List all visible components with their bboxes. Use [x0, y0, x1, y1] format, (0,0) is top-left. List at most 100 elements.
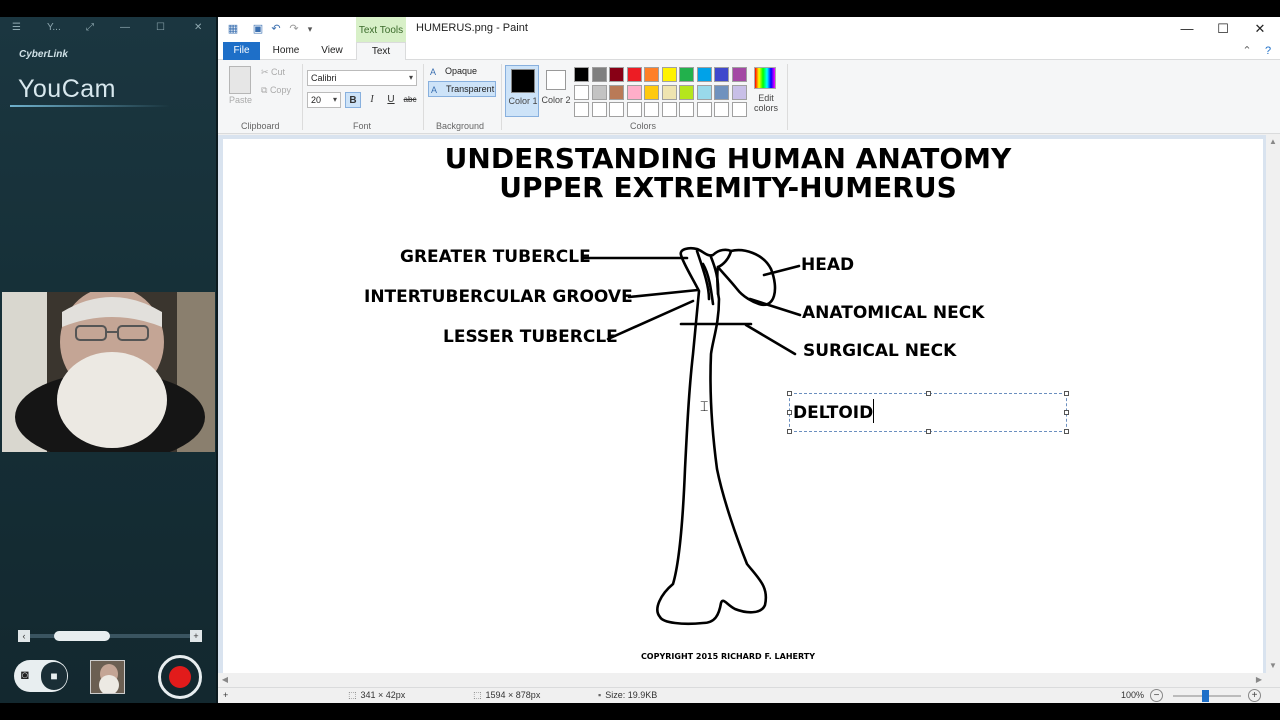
font-family-select[interactable]: Calibri ▾	[307, 70, 417, 86]
maximize-icon[interactable]: ☐	[156, 22, 165, 33]
resize-handle[interactable]	[787, 391, 792, 396]
palette-color-swatch[interactable]	[731, 102, 747, 117]
palette-color-swatch[interactable]	[591, 67, 607, 82]
cut-button[interactable]: ✂ Cut	[261, 67, 285, 78]
scroll-left-icon[interactable]: ◀	[218, 673, 232, 687]
redo-icon[interactable]: ↷	[287, 22, 301, 36]
resize-handle[interactable]	[787, 410, 792, 415]
minimize-icon[interactable]: —	[120, 22, 130, 33]
resize-handle[interactable]	[926, 391, 931, 396]
color2-label[interactable]: Color 2	[539, 95, 573, 105]
palette-color-swatch[interactable]	[626, 84, 642, 100]
palette-color-swatch[interactable]	[696, 84, 712, 100]
underline-button[interactable]: U	[383, 92, 399, 108]
resize-handle[interactable]	[1064, 410, 1069, 415]
snapshot-video-toggle[interactable]: ◙ ■	[14, 660, 68, 692]
close-icon[interactable]: ✕	[194, 22, 202, 33]
tab-home[interactable]: Home	[266, 42, 306, 60]
palette-color-swatch[interactable]	[696, 67, 712, 82]
palette-color-swatch[interactable]	[661, 67, 677, 82]
horizontal-scrollbar[interactable]: ◀ ▶	[218, 673, 1266, 687]
resize-handle[interactable]	[1064, 429, 1069, 434]
scroll-right-icon[interactable]: +	[190, 630, 202, 642]
copy-button[interactable]: ⧉ Copy	[261, 85, 291, 96]
color-palette	[574, 67, 748, 119]
close-icon[interactable]: ✕	[1245, 19, 1275, 39]
palette-color-swatch[interactable]	[679, 102, 694, 117]
edit-colors-icon[interactable]	[754, 67, 776, 89]
transparent-button[interactable]: A Transparent	[428, 81, 496, 97]
maximize-icon[interactable]: ☐	[1208, 19, 1238, 39]
palette-color-swatch[interactable]	[591, 84, 607, 100]
opaque-icon: A	[430, 67, 437, 77]
scroll-up-icon[interactable]: ▲	[1266, 135, 1280, 149]
palette-color-swatch[interactable]	[609, 84, 624, 100]
customize-quick-access-icon[interactable]: ▾	[303, 22, 317, 36]
youcam-scrollbar[interactable]: ‹ +	[18, 629, 202, 643]
palette-color-swatch[interactable]	[644, 102, 659, 117]
undo-icon[interactable]: ↶	[269, 22, 283, 36]
opaque-button[interactable]: A Opaque	[428, 64, 496, 80]
scroll-right-icon[interactable]: ▶	[1252, 673, 1266, 687]
palette-color-swatch[interactable]	[626, 102, 642, 117]
tab-text[interactable]: Text	[356, 42, 406, 61]
camera-icon[interactable]: ◙	[21, 667, 29, 682]
text-box-content[interactable]: DELTOID	[793, 403, 873, 423]
resize-handle[interactable]	[1064, 391, 1069, 396]
palette-color-swatch[interactable]	[679, 67, 694, 82]
humerus-drawing	[581, 246, 802, 626]
palette-color-swatch[interactable]	[661, 84, 677, 100]
text-box[interactable]: DELTOID	[787, 391, 1069, 434]
video-camera-icon[interactable]: ■	[41, 662, 67, 690]
color1-button[interactable]: Color 1	[505, 65, 539, 117]
palette-color-swatch[interactable]	[696, 102, 712, 117]
italic-button[interactable]: I	[364, 92, 380, 108]
zoom-slider-thumb[interactable]	[1202, 690, 1209, 702]
palette-color-swatch[interactable]	[609, 67, 624, 82]
palette-color-swatch[interactable]	[714, 67, 729, 82]
palette-color-swatch[interactable]	[731, 67, 747, 82]
capture-thumbnail[interactable]	[90, 660, 125, 694]
color2-swatch[interactable]	[546, 70, 566, 90]
palette-color-swatch[interactable]	[609, 102, 624, 117]
paint-app-icon[interactable]: ▦	[226, 22, 240, 36]
palette-color-swatch[interactable]	[661, 102, 677, 117]
resize-handle[interactable]	[926, 429, 931, 434]
scroll-down-icon[interactable]: ▼	[1266, 659, 1280, 673]
vertical-scrollbar[interactable]: ▲ ▼	[1266, 135, 1280, 673]
palette-color-swatch[interactable]	[714, 84, 729, 100]
scroll-thumb[interactable]	[54, 631, 110, 641]
scroll-left-icon[interactable]: ‹	[18, 630, 30, 642]
bold-button[interactable]: B	[345, 92, 361, 108]
palette-color-swatch[interactable]	[644, 67, 659, 82]
palette-color-swatch[interactable]	[626, 67, 642, 82]
tab-file[interactable]: File	[223, 42, 260, 60]
edit-colors-button[interactable]: Edit colors	[748, 93, 784, 113]
tab-view[interactable]: View	[314, 42, 350, 60]
palette-color-swatch[interactable]	[591, 102, 607, 117]
zoom-in-icon[interactable]: +	[1248, 689, 1261, 702]
palette-color-swatch[interactable]	[714, 102, 729, 117]
font-size-value: 20	[311, 95, 322, 105]
collapse-ribbon-icon[interactable]: ⌃	[1240, 44, 1254, 58]
expand-icon[interactable]: ⤢	[86, 22, 94, 33]
opaque-label: Opaque	[445, 66, 478, 76]
zoom-out-icon[interactable]: −	[1150, 689, 1163, 702]
palette-color-swatch[interactable]	[574, 67, 589, 82]
palette-color-swatch[interactable]	[574, 102, 589, 117]
palette-color-swatch[interactable]	[574, 84, 589, 100]
minimize-icon[interactable]: —	[1172, 19, 1202, 39]
menu-icon[interactable]: ☰	[12, 22, 21, 33]
palette-color-swatch[interactable]	[679, 84, 694, 100]
paste-button[interactable]: Paste	[229, 95, 252, 105]
help-icon[interactable]: ?	[1261, 44, 1275, 58]
paste-icon[interactable]	[229, 66, 251, 94]
palette-color-swatch[interactable]	[644, 84, 659, 100]
save-icon[interactable]: ▣	[251, 22, 265, 36]
drawing-canvas[interactable]: UNDERSTANDING HUMAN ANATOMY UPPER EXTREM…	[223, 139, 1263, 673]
resize-handle[interactable]	[787, 429, 792, 434]
font-size-select[interactable]: 20 ▾	[307, 92, 341, 108]
palette-color-swatch[interactable]	[731, 84, 747, 100]
record-button[interactable]	[158, 655, 202, 699]
strikethrough-button[interactable]: abc	[402, 92, 418, 108]
